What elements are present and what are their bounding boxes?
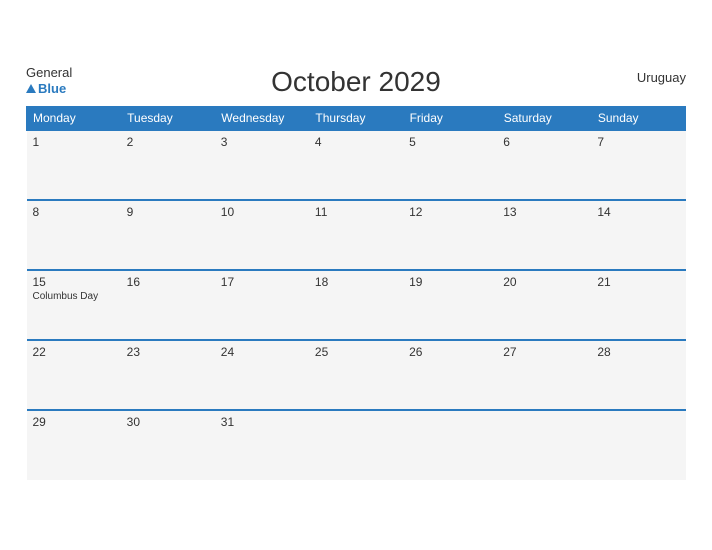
col-thursday: Thursday (309, 106, 403, 130)
day-number: 10 (221, 205, 303, 219)
day-cell: 24 (215, 340, 309, 410)
logo: General Blue (26, 66, 72, 98)
day-number: 17 (221, 275, 303, 289)
calendar-title: October 2029 (271, 66, 441, 98)
day-number: 7 (597, 135, 679, 149)
day-cell: 3 (215, 130, 309, 200)
calendar-container: General Blue October 2029 Uruguay Monday… (11, 56, 701, 495)
day-number: 20 (503, 275, 585, 289)
day-number: 21 (597, 275, 679, 289)
day-cell: 27 (497, 340, 591, 410)
col-wednesday: Wednesday (215, 106, 309, 130)
day-cell: 14 (591, 200, 685, 270)
day-cell: 10 (215, 200, 309, 270)
week-row-3: 15 Columbus Day 16 17 18 19 20 21 (27, 270, 686, 340)
day-cell: 13 (497, 200, 591, 270)
day-number: 31 (221, 415, 303, 429)
day-cell: 7 (591, 130, 685, 200)
logo-blue-label: Blue (38, 81, 66, 96)
day-number: 8 (33, 205, 115, 219)
day-cell: 23 (121, 340, 215, 410)
days-of-week-row: Monday Tuesday Wednesday Thursday Friday… (27, 106, 686, 130)
day-cell: 5 (403, 130, 497, 200)
day-number: 1 (33, 135, 115, 149)
day-cell: 12 (403, 200, 497, 270)
day-number: 12 (409, 205, 491, 219)
day-cell: 22 (27, 340, 121, 410)
day-cell: 8 (27, 200, 121, 270)
day-cell: 30 (121, 410, 215, 480)
day-cell: 19 (403, 270, 497, 340)
day-number: 19 (409, 275, 491, 289)
col-friday: Friday (403, 106, 497, 130)
day-number: 3 (221, 135, 303, 149)
day-cell: 6 (497, 130, 591, 200)
day-number: 11 (315, 205, 397, 219)
col-monday: Monday (27, 106, 121, 130)
week-row-2: 89 10 11 12 13 14 (27, 200, 686, 270)
day-cell: 2 (121, 130, 215, 200)
day-cell: 17 (215, 270, 309, 340)
col-saturday: Saturday (497, 106, 591, 130)
day-number: 13 (503, 205, 585, 219)
day-cell: 31 (215, 410, 309, 480)
week-row-5: 29 30 31 (27, 410, 686, 480)
day-cell: 11 (309, 200, 403, 270)
day-number: 14 (597, 205, 679, 219)
country-label: Uruguay (637, 70, 686, 85)
day-cell (497, 410, 591, 480)
day-cell (591, 410, 685, 480)
day-number: 15 (33, 275, 115, 289)
day-cell: 9 (121, 200, 215, 270)
day-number: 4 (315, 135, 397, 149)
day-number: 27 (503, 345, 585, 359)
day-cell: 1 (27, 130, 121, 200)
logo-triangle-icon (26, 84, 36, 93)
day-number: 30 (127, 415, 209, 429)
day-number: 29 (33, 415, 115, 429)
day-cell: 29 (27, 410, 121, 480)
col-tuesday: Tuesday (121, 106, 215, 130)
day-number: 23 (127, 345, 209, 359)
week-row-4: 22 23 24 25 26 27 28 (27, 340, 686, 410)
day-number: 25 (315, 345, 397, 359)
day-cell: 15 Columbus Day (27, 270, 121, 340)
day-number: 5 (409, 135, 491, 149)
day-cell: 26 (403, 340, 497, 410)
calendar-table: Monday Tuesday Wednesday Thursday Friday… (26, 106, 686, 480)
day-cell: 4 (309, 130, 403, 200)
day-number: 24 (221, 345, 303, 359)
day-number: 6 (503, 135, 585, 149)
day-cell: 20 (497, 270, 591, 340)
day-event: Columbus Day (33, 291, 115, 302)
day-cell: 18 (309, 270, 403, 340)
day-number: 18 (315, 275, 397, 289)
day-number: 16 (127, 275, 209, 289)
day-number: 22 (33, 345, 115, 359)
col-sunday: Sunday (591, 106, 685, 130)
day-cell (403, 410, 497, 480)
day-cell: 21 (591, 270, 685, 340)
day-number: 2 (127, 135, 209, 149)
day-cell: 16 (121, 270, 215, 340)
day-number: 26 (409, 345, 491, 359)
day-number: 9 (127, 205, 209, 219)
logo-general-text: General (26, 66, 72, 80)
day-number: 28 (597, 345, 679, 359)
day-cell: 28 (591, 340, 685, 410)
logo-blue-text: Blue (26, 80, 72, 98)
week-row-1: 1234567 (27, 130, 686, 200)
day-cell: 25 (309, 340, 403, 410)
calendar-header: General Blue October 2029 Uruguay (26, 66, 686, 98)
day-cell (309, 410, 403, 480)
